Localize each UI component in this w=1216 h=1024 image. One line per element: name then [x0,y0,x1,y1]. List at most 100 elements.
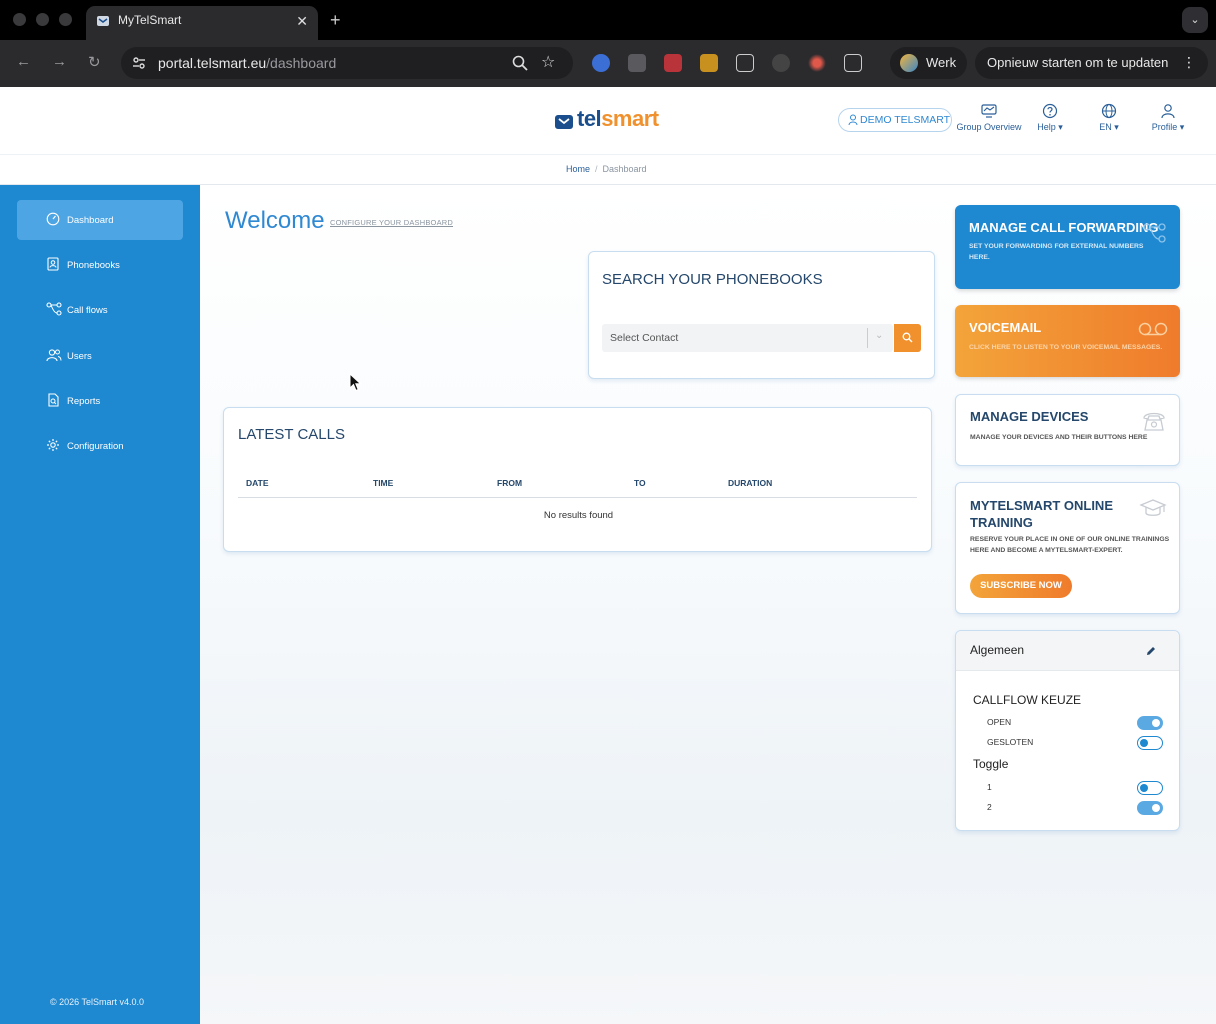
account-button-label: DEMO TELSMART [860,114,951,126]
wallet-extension-icon[interactable] [700,54,718,72]
tile-title: MYTELSMART ONLINE TRAINING [970,498,1113,530]
page-title: Welcome [225,207,325,234]
tab-title: MyTelSmart [118,13,182,27]
browser-profile-chip[interactable]: Werk [890,47,967,79]
configure-dashboard-link[interactable]: CONFIGURE YOUR DASHBOARD [330,218,453,227]
column-header-from[interactable]: FROM [497,478,522,488]
new-tab-button[interactable]: + [330,10,341,31]
address-bar[interactable]: portal.telsmart.eu/dashboard ☆ [121,47,573,79]
voicemail-tile[interactable]: VOICEMAIL CLICK HERE TO LISTEN TO YOUR V… [955,305,1180,377]
sidebar-item-label: Configuration [67,441,124,452]
sidebar-item-label: Dashboard [67,215,114,226]
sidebar-copyright: © 2026 TelSmart v4.0.0 [50,997,145,1007]
algemeen-widget: Algemeen CALLFLOW KEUZE OPEN GESLOTEN To… [955,630,1180,831]
sidebar-item-call-flows[interactable]: Call flows [17,290,183,330]
profile-nav[interactable]: Profile ▾ [1146,103,1190,133]
extensions-puzzle-icon[interactable] [844,54,862,72]
toggle-gesloten[interactable] [1137,736,1163,750]
sidebar-item-reports[interactable]: Reports [17,381,183,421]
sidebar-item-phonebooks[interactable]: Phonebooks [17,245,183,285]
group-overview-icon [981,104,997,118]
toggle-1[interactable] [1137,781,1163,795]
window-maximize-dot[interactable] [59,13,72,26]
column-header-time[interactable]: TIME [373,478,393,488]
sidebar-item-label: Phonebooks [67,260,120,271]
select-divider [867,328,868,348]
red-shield-extension-icon[interactable] [664,54,682,72]
column-header-date[interactable]: DATE [246,478,269,488]
update-restart-chip[interactable]: Opnieuw starten om te updaten ⋮ [975,47,1208,79]
latest-calls-title: LATEST CALLS [238,426,345,443]
zoom-icon[interactable] [511,54,529,72]
account-button[interactable]: DEMO TELSMART [838,108,952,132]
chevron-down-icon[interactable]: ⌄ [875,330,883,341]
phonebook-search-card: SEARCH YOUR PHONEBOOKS Select Contact ⌄ [588,251,935,379]
gauge-icon [46,212,60,226]
window-close-dot[interactable] [13,13,26,26]
sidebar-item-users[interactable]: Users [17,336,183,376]
browser-menu-icon[interactable]: ⋮ [1182,54,1196,71]
call-forwarding-tile[interactable]: MANAGE CALL FORWARDING SET YOUR FORWARDI… [955,205,1180,289]
column-header-duration[interactable]: DURATION [728,478,772,488]
password-manager-extension-icon[interactable] [592,54,610,72]
tab-search-chevron-icon[interactable]: ⌄ [1182,7,1208,33]
reload-icon[interactable]: ↻ [88,53,101,71]
option-label-gesloten: GESLOTEN [987,737,1034,747]
sidebar-item-label: Reports [67,396,101,407]
search-button[interactable] [894,324,921,352]
toggle-open[interactable] [1137,716,1163,730]
users-icon [46,349,62,362]
group-overview-nav[interactable]: Group Overview [954,103,1024,132]
breadcrumb-separator: / [595,164,598,174]
gear-icon [47,439,59,451]
help-circle-icon [1042,103,1058,119]
browser-tab[interactable]: MyTelSmart ✕ [86,6,318,40]
subscribe-now-button[interactable]: SUBSCRIBE NOW [970,574,1072,598]
browser-toolbar: ← → ↻ portal.telsmart.eu/dashboard ☆ Wer… [0,40,1216,87]
tab-strip: MyTelSmart ✕ + ⌄ [0,0,1216,40]
sidebar-item-label: Call flows [67,305,108,316]
telsmart-logo-icon [555,115,573,129]
burst-extension-icon[interactable] [808,54,826,72]
option-label-1: 1 [987,782,992,792]
widget-header: Algemeen [956,631,1179,671]
tile-description: SET YOUR FORWARDING FOR EXTERNAL NUMBERS… [969,243,1144,261]
manage-devices-tile[interactable]: MANAGE DEVICES MANAGE YOUR DEVICES AND T… [955,394,1180,466]
reader-extension-icon[interactable] [736,54,754,72]
tile-description: MANAGE YOUR DEVICES AND THEIR BUTTONS HE… [970,434,1148,441]
tile-description: RESERVE YOUR PLACE IN ONE OF OUR ONLINE … [970,536,1170,554]
dark-extension-icon[interactable] [772,54,790,72]
tile-title: MANAGE CALL FORWARDING [969,220,1159,235]
url-text: portal.telsmart.eu/dashboard [158,55,336,71]
online-training-tile: MYTELSMART ONLINE TRAINING RESERVE YOUR … [955,482,1180,614]
tab-close-icon[interactable]: ✕ [296,13,308,30]
forward-arrow-icon[interactable]: → [52,53,67,70]
bookmark-star-icon[interactable]: ☆ [541,52,555,72]
column-header-to[interactable]: TO [634,478,646,488]
help-nav[interactable]: Help ▾ [1030,103,1070,133]
sidebar-item-configuration[interactable]: Configuration [17,426,183,466]
table-header-divider [238,497,917,498]
breadcrumb-home-link[interactable]: Home [566,164,590,174]
notion-extension-icon[interactable] [628,54,646,72]
profile-avatar [900,54,918,72]
toggle-knob [1152,719,1160,727]
sidebar-item-dashboard[interactable]: Dashboard [17,200,183,240]
pencil-edit-icon[interactable] [1145,645,1157,657]
back-arrow-icon[interactable]: ← [16,53,31,70]
url-host: portal.telsmart.eu [158,55,267,71]
search-card-title: SEARCH YOUR PHONEBOOKS [602,271,823,288]
toggle-knob [1152,804,1160,812]
language-label: EN ▾ [1099,122,1119,132]
url-path: /dashboard [266,55,337,71]
contact-select[interactable]: Select Contact ⌄ [602,324,893,352]
telephone-icon [1143,412,1165,431]
latest-calls-card: LATEST CALLS DATE TIME FROM TO DURATION … [223,407,932,552]
user-outline-icon [848,114,858,126]
language-nav[interactable]: EN ▾ [1090,103,1128,133]
telsmart-favicon-icon [97,16,109,26]
logo-wordmark: telsmart [577,106,659,132]
window-minimize-dot[interactable] [36,13,49,26]
toggle-2[interactable] [1137,801,1163,815]
site-settings-icon[interactable] [131,55,147,71]
